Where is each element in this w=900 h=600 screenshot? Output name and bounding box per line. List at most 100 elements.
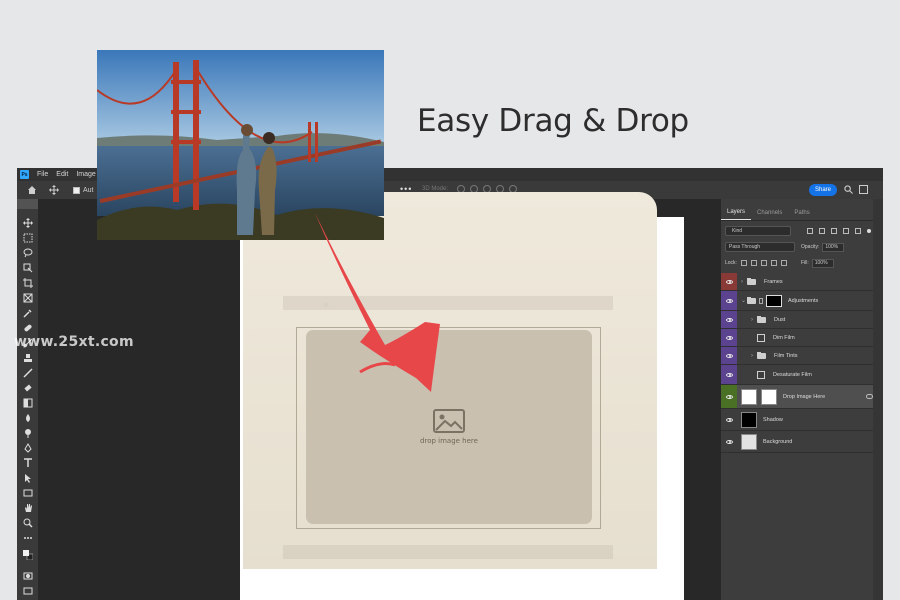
lock-image-icon[interactable]	[750, 260, 757, 266]
lock-position-icon[interactable]	[760, 260, 767, 266]
search-icon[interactable]	[844, 185, 853, 194]
visibility-toggle[interactable]	[721, 273, 737, 290]
gradient-icon[interactable]	[23, 398, 33, 408]
visibility-toggle[interactable]	[721, 431, 737, 452]
mask-thumbnail[interactable]	[766, 294, 782, 307]
panel-tabs: Layers Channels Paths	[721, 205, 883, 221]
layer-drop-image-here[interactable]: Drop Image Here	[721, 385, 883, 409]
tab-channels[interactable]: Channels	[751, 205, 788, 220]
frame-shading-top	[283, 296, 613, 310]
zoom-icon[interactable]	[23, 518, 33, 528]
mask-link-icon[interactable]	[759, 297, 763, 304]
folder-icon	[757, 351, 766, 359]
hand-icon[interactable]	[23, 503, 33, 513]
layer-dim-film[interactable]: Dim Film	[721, 329, 883, 347]
dragged-photo[interactable]	[97, 50, 384, 240]
folder-icon	[747, 277, 756, 285]
visibility-toggle[interactable]	[721, 329, 737, 346]
share-button[interactable]: Share	[809, 184, 837, 196]
auto-select-checkbox[interactable]	[73, 186, 80, 194]
visibility-toggle[interactable]	[721, 409, 737, 430]
visibility-toggle[interactable]	[721, 291, 737, 310]
visibility-toggle[interactable]	[721, 311, 737, 328]
layer-film-tints[interactable]: › Film Tints	[721, 347, 883, 365]
menu-edit[interactable]: Edit	[56, 171, 68, 178]
quick-mask-icon[interactable]	[23, 571, 33, 581]
layer-thumbnail[interactable]	[741, 433, 757, 450]
menu-file[interactable]: File	[37, 171, 48, 178]
eyedropper-icon[interactable]	[23, 308, 33, 318]
workspace-icon[interactable]	[859, 185, 868, 194]
lock-all-icon[interactable]	[780, 260, 787, 266]
move-tool-icon[interactable]	[49, 185, 59, 195]
headline: Easy Drag & Drop	[417, 103, 689, 139]
blend-mode-select[interactable]: Pass Through	[725, 242, 795, 252]
lasso-icon[interactable]	[23, 248, 33, 258]
pixel-filter-icon[interactable]	[807, 228, 813, 234]
panel-scrollbar[interactable]	[873, 199, 883, 600]
layer-adjustments[interactable]: ⌄ Adjustments	[721, 291, 883, 311]
color-swatches-icon[interactable]	[23, 550, 33, 560]
image-placeholder-icon	[433, 409, 465, 433]
layer-background[interactable]: Background	[721, 431, 883, 453]
layers-panel: Layers Channels Paths Kind Pass Through …	[721, 199, 883, 600]
tab-layers[interactable]: Layers	[721, 205, 752, 220]
fill-input[interactable]: 100%	[811, 258, 834, 268]
history-brush-icon[interactable]	[23, 368, 33, 378]
object-select-icon[interactable]	[23, 263, 33, 273]
move-icon[interactable]	[23, 218, 33, 228]
visibility-toggle[interactable]	[721, 347, 737, 364]
filter-icons	[807, 228, 871, 234]
lock-transparent-icon[interactable]	[740, 260, 747, 266]
lock-artboard-icon[interactable]	[770, 260, 777, 266]
tools-panel	[17, 209, 38, 600]
screen-mode-icon[interactable]	[23, 586, 33, 596]
dodge-icon[interactable]	[23, 428, 33, 438]
link-icon[interactable]	[866, 394, 873, 399]
smart-filter-icon[interactable]	[855, 228, 861, 234]
folder-icon	[747, 296, 756, 304]
more-tools-icon[interactable]	[23, 533, 33, 543]
crop-icon[interactable]	[23, 278, 33, 288]
watermark: www.25xt.com	[14, 334, 134, 350]
eye-icon	[725, 439, 733, 444]
layer-dust[interactable]: › Dust	[721, 311, 883, 329]
layer-shadow[interactable]: Shadow	[721, 409, 883, 431]
visibility-toggle[interactable]	[721, 365, 737, 384]
pen-icon[interactable]	[23, 443, 33, 453]
eye-icon	[725, 394, 733, 399]
clone-stamp-icon[interactable]	[23, 353, 33, 363]
layer-mask-thumbnail[interactable]	[761, 388, 777, 405]
type-filter-icon[interactable]	[831, 228, 837, 234]
menu-image[interactable]: Image	[76, 171, 95, 178]
tab-paths[interactable]: Paths	[788, 205, 815, 220]
layer-name: Film Tints	[774, 352, 798, 359]
home-icon[interactable]	[27, 185, 37, 195]
opacity-input[interactable]: 100%	[822, 242, 845, 252]
frame-tool-icon[interactable]	[23, 293, 33, 303]
visibility-toggle[interactable]	[721, 385, 737, 408]
kind-filter-select[interactable]: Kind	[725, 226, 791, 236]
path-select-icon[interactable]	[23, 473, 33, 483]
photoshop-logo: Ps	[20, 170, 29, 179]
eraser-icon[interactable]	[23, 383, 33, 393]
blur-icon[interactable]	[23, 413, 33, 423]
marquee-icon[interactable]	[23, 233, 33, 243]
rectangle-icon[interactable]	[23, 488, 33, 498]
smart-object-thumbnail[interactable]	[741, 388, 757, 405]
layer-frames[interactable]: › Frames	[721, 273, 883, 291]
shape-filter-icon[interactable]	[843, 228, 849, 234]
layer-thumbnail[interactable]	[741, 411, 757, 428]
drop-zone[interactable]: drop image here	[306, 330, 592, 524]
layer-desaturate-film[interactable]: Desaturate Film	[721, 365, 883, 385]
filter-toggle-icon[interactable]	[867, 229, 871, 233]
kind-filter-label: Kind	[732, 228, 743, 234]
auto-select-label: Aut	[83, 186, 94, 194]
blend-row: Pass Through Opacity: 100%	[725, 241, 879, 253]
adjustment-filter-icon[interactable]	[819, 228, 825, 234]
drop-zone-label: drop image here	[420, 437, 478, 445]
healing-brush-icon[interactable]	[23, 323, 33, 333]
lock-label: Lock:	[725, 260, 737, 266]
type-icon[interactable]	[23, 458, 33, 468]
layer-name: Frames	[764, 278, 783, 285]
